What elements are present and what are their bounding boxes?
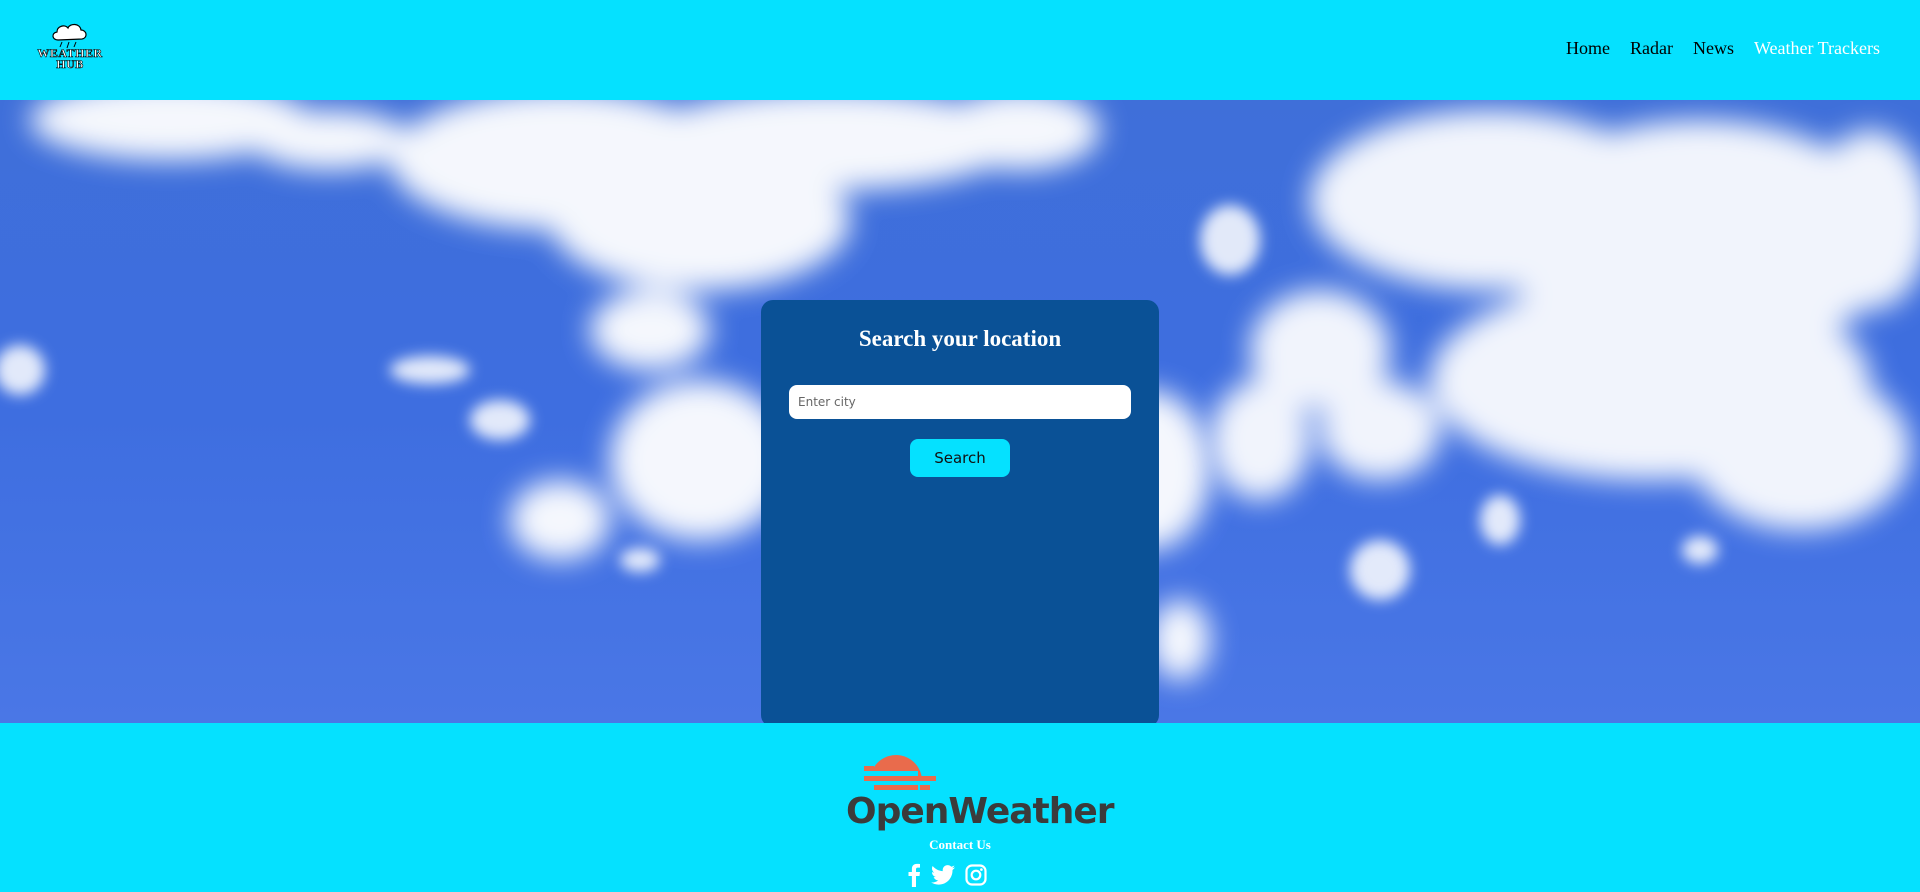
sky-background: Search your location Search: [0, 100, 1920, 723]
weather-hub-logo[interactable]: WEATHER HUB: [30, 18, 110, 78]
search-button[interactable]: Search: [910, 439, 1010, 477]
openweather-sun-icon: [864, 755, 936, 790]
nav-radar[interactable]: Radar: [1630, 38, 1673, 59]
nav-home[interactable]: Home: [1566, 38, 1610, 59]
openweather-logo-text[interactable]: OpenWeather: [846, 791, 1115, 832]
nav-news[interactable]: News: [1693, 38, 1734, 59]
twitter-icon[interactable]: [931, 865, 955, 890]
nav-weather-trackers[interactable]: Weather Trackers: [1754, 38, 1880, 59]
main-nav: Home Radar News Weather Trackers: [1566, 38, 1880, 59]
city-search-input[interactable]: [789, 385, 1131, 419]
contact-us-link[interactable]: Contact Us: [0, 837, 1920, 853]
logo-text: WEATHER HUB: [37, 46, 103, 71]
social-links: [907, 863, 987, 892]
instagram-icon[interactable]: [965, 864, 987, 891]
facebook-icon[interactable]: [907, 863, 921, 892]
search-card: Search your location Search: [761, 300, 1159, 723]
footer: OpenWeather Contact Us: [0, 723, 1920, 890]
header: WEATHER HUB Home Radar News Weather Trac…: [0, 0, 1920, 100]
search-title: Search your location: [858, 326, 1062, 351]
